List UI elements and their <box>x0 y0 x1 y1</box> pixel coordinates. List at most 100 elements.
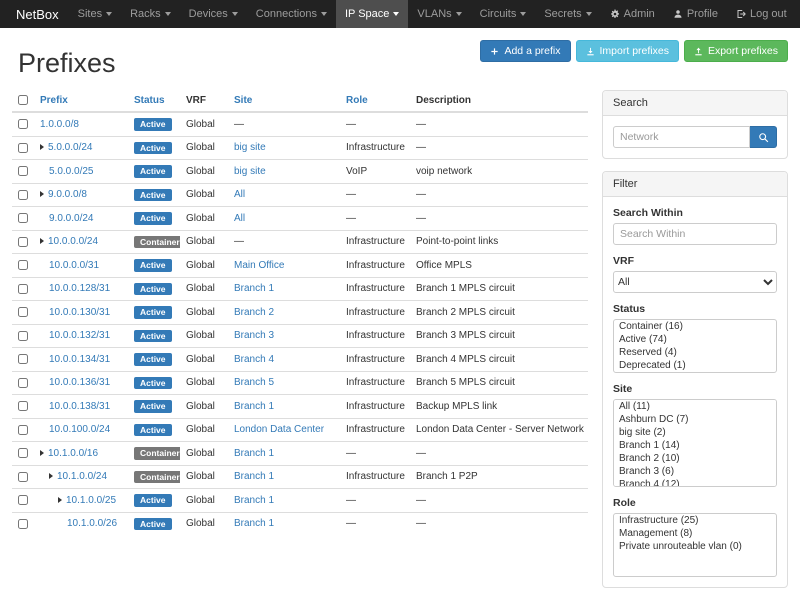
site-filter-list[interactable]: All (11)Ashburn DC (7)big site (2)Branch… <box>613 399 777 487</box>
select-all-checkbox[interactable] <box>18 95 28 105</box>
prefix-link[interactable]: 10.0.0.0/24 <box>48 236 98 247</box>
role-filter-option[interactable]: Management (8) <box>614 527 776 540</box>
row-checkbox[interactable] <box>18 378 28 388</box>
add-a-prefix-button[interactable]: Add a prefix <box>480 40 570 62</box>
row-checkbox[interactable] <box>18 190 28 200</box>
nav-item-sites[interactable]: Sites <box>69 0 121 28</box>
site-link[interactable]: Branch 1 <box>234 471 274 482</box>
site-link[interactable]: Branch 1 <box>234 448 274 459</box>
row-checkbox[interactable] <box>18 331 28 341</box>
search-within-input[interactable] <box>613 223 777 245</box>
row-checkbox[interactable] <box>18 401 28 411</box>
prefix-link[interactable]: 10.1.0.0/24 <box>57 471 107 482</box>
row-checkbox[interactable] <box>18 213 28 223</box>
site-link[interactable]: All <box>234 213 245 224</box>
row-checkbox[interactable] <box>18 495 28 505</box>
search-input[interactable] <box>613 126 750 148</box>
expand-caret-icon[interactable] <box>40 450 44 456</box>
brand[interactable]: NetBox <box>6 0 69 28</box>
site-link[interactable]: big site <box>234 166 266 177</box>
prefix-link[interactable]: 10.1.0.0/16 <box>48 448 98 459</box>
site-link[interactable]: All <box>234 189 245 200</box>
row-checkbox[interactable] <box>18 354 28 364</box>
nav-item-admin[interactable]: Admin <box>601 0 664 28</box>
prefix-link[interactable]: 9.0.0.0/24 <box>49 213 93 224</box>
expand-caret-icon[interactable] <box>40 191 44 197</box>
prefix-link[interactable]: 10.0.0.128/31 <box>49 283 110 294</box>
site-link[interactable]: Branch 1 <box>234 401 274 412</box>
export-prefixes-button[interactable]: Export prefixes <box>684 40 788 62</box>
site-link[interactable]: Branch 5 <box>234 377 274 388</box>
status-filter-option[interactable]: Active (74) <box>614 333 776 346</box>
prefix-link[interactable]: 10.0.0.134/31 <box>49 354 110 365</box>
import-prefixes-button[interactable]: Import prefixes <box>576 40 679 62</box>
status-filter-option[interactable]: Container (16) <box>614 320 776 333</box>
site-filter-option[interactable]: Ashburn DC (7) <box>614 413 776 426</box>
prefix-link[interactable]: 10.0.0.136/31 <box>49 377 110 388</box>
site-filter-option[interactable]: Branch 4 (12) <box>614 478 776 487</box>
site-filter-option[interactable]: Branch 2 (10) <box>614 452 776 465</box>
role-filter-option[interactable]: Private unrouteable vlan (0) <box>614 540 776 553</box>
nav-item-ip-space[interactable]: IP Space <box>336 0 408 28</box>
site-filter-option[interactable]: All (11) <box>614 400 776 413</box>
search-button[interactable] <box>750 126 777 148</box>
row-checkbox[interactable] <box>18 166 28 176</box>
site-filter-option[interactable]: big site (2) <box>614 426 776 439</box>
status-filter-option[interactable]: Reserved (4) <box>614 346 776 359</box>
row-checkbox[interactable] <box>18 307 28 317</box>
row-checkbox[interactable] <box>18 472 28 482</box>
row-checkbox[interactable] <box>18 519 28 529</box>
expand-caret-icon[interactable] <box>49 473 53 479</box>
status-filter-option[interactable]: Deprecated (1) <box>614 359 776 372</box>
action-buttons: Add a prefix Import prefixesExport prefix… <box>475 40 788 62</box>
row-checkbox[interactable] <box>18 284 28 294</box>
site-link[interactable]: Main Office <box>234 260 284 271</box>
row-checkbox[interactable] <box>18 143 28 153</box>
row-checkbox[interactable] <box>18 448 28 458</box>
prefix-link[interactable]: 10.0.0.130/31 <box>49 307 110 318</box>
prefix-link[interactable]: 1.0.0.0/8 <box>40 119 79 130</box>
prefix-link[interactable]: 10.0.0.0/31 <box>49 260 99 271</box>
nav-item-vlans[interactable]: VLANs <box>408 0 470 28</box>
row-checkbox[interactable] <box>18 425 28 435</box>
column-header-prefix[interactable]: Prefix <box>34 90 128 112</box>
prefix-link[interactable]: 10.1.0.0/25 <box>66 495 116 506</box>
column-header-role[interactable]: Role <box>340 90 410 112</box>
vrf-select[interactable]: All <box>613 271 777 293</box>
row-checkbox[interactable] <box>18 119 28 129</box>
prefix-link[interactable]: 10.0.100.0/24 <box>49 424 110 435</box>
column-header-status[interactable]: Status <box>128 90 180 112</box>
row-checkbox[interactable] <box>18 237 28 247</box>
prefix-link[interactable]: 10.0.0.138/31 <box>49 401 110 412</box>
site-link[interactable]: Branch 4 <box>234 354 274 365</box>
site-link[interactable]: Branch 1 <box>234 495 274 506</box>
site-link[interactable]: Branch 1 <box>234 283 274 294</box>
site-link[interactable]: London Data Center <box>234 424 324 435</box>
nav-item-profile[interactable]: Profile <box>664 0 727 28</box>
prefix-link[interactable]: 5.0.0.0/24 <box>48 142 92 153</box>
site-link[interactable]: Branch 2 <box>234 307 274 318</box>
site-link[interactable]: Branch 3 <box>234 330 274 341</box>
nav-item-secrets[interactable]: Secrets <box>535 0 600 28</box>
role-filter-option[interactable]: Infrastructure (25) <box>614 514 776 527</box>
nav-item-log-out[interactable]: Log out <box>727 0 796 28</box>
site-link[interactable]: Branch 1 <box>234 518 274 529</box>
column-header-site[interactable]: Site <box>228 90 340 112</box>
role-filter-list[interactable]: Infrastructure (25)Management (8)Private… <box>613 513 777 577</box>
expand-caret-icon[interactable] <box>40 238 44 244</box>
prefix-link[interactable]: 9.0.0.0/8 <box>48 189 87 200</box>
prefix-link[interactable]: 10.1.0.0/26 <box>67 518 117 529</box>
nav-item-racks[interactable]: Racks <box>121 0 180 28</box>
site-filter-option[interactable]: Branch 1 (14) <box>614 439 776 452</box>
nav-item-connections[interactable]: Connections <box>247 0 336 28</box>
status-filter-list[interactable]: Container (16)Active (74)Reserved (4)Dep… <box>613 319 777 373</box>
site-filter-option[interactable]: Branch 3 (6) <box>614 465 776 478</box>
prefix-link[interactable]: 5.0.0.0/25 <box>49 166 93 177</box>
site-link[interactable]: big site <box>234 142 266 153</box>
prefix-link[interactable]: 10.0.0.132/31 <box>49 330 110 341</box>
nav-item-circuits[interactable]: Circuits <box>471 0 536 28</box>
row-checkbox[interactable] <box>18 260 28 270</box>
expand-caret-icon[interactable] <box>58 497 62 503</box>
expand-caret-icon[interactable] <box>40 144 44 150</box>
nav-item-devices[interactable]: Devices <box>180 0 247 28</box>
